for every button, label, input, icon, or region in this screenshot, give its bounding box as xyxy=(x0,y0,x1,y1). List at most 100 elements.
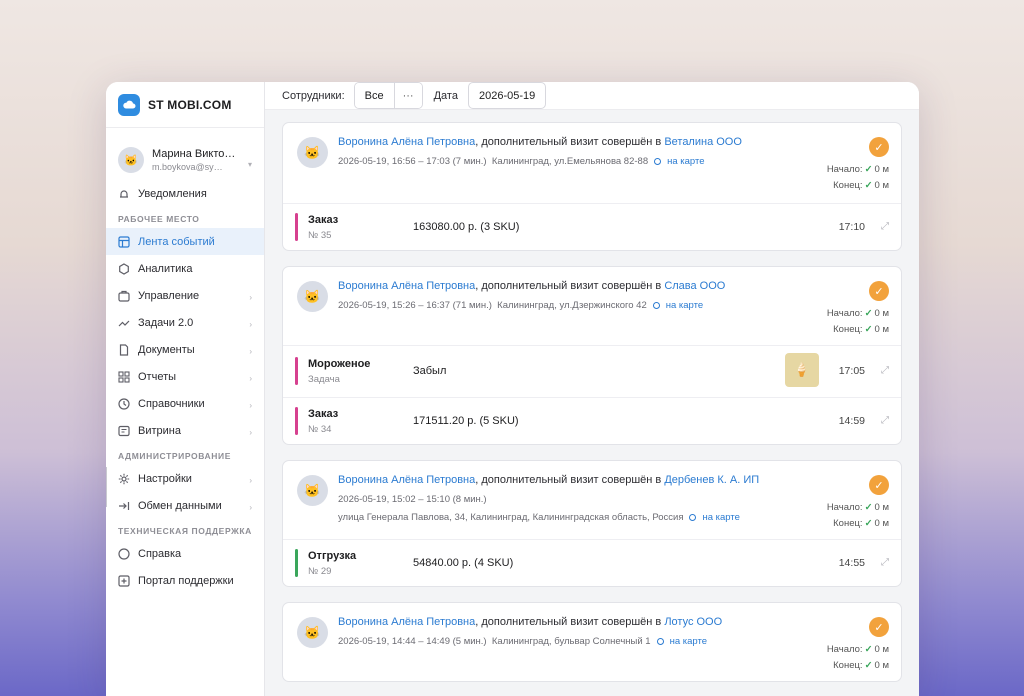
avatar: 🐱 xyxy=(297,281,328,312)
user-email: m.boykova@sy… xyxy=(152,162,223,172)
event-address: Калининград, ул.Дзержинского 42 xyxy=(497,300,647,311)
outlet-link[interactable]: Веталина ООО xyxy=(664,136,742,148)
employee-link[interactable]: Воронина Алёна Петровна xyxy=(338,280,475,292)
end-distance: Конец: ✓ 0 м xyxy=(833,518,889,529)
sidebar-item-feed[interactable]: Лента событий xyxy=(106,228,264,255)
user-profile[interactable]: 🐱 Марина Викто… m.boykova@sy… ▾ xyxy=(106,128,264,180)
cloud-icon xyxy=(118,93,140,116)
chevron-right-icon: › xyxy=(249,476,252,485)
event-title: Воронина Алёна Петровна, дополнительный … xyxy=(338,474,760,486)
main-content: Сотрудники: Все ··· Дата 2026-05-19 🐱 Во… xyxy=(265,82,919,696)
location-icon xyxy=(652,302,660,309)
row-subtitle: № 29 xyxy=(308,566,332,577)
row-subtitle: № 35 xyxy=(308,230,332,241)
sidebar-item-analytics[interactable]: Аналитика xyxy=(106,255,264,282)
briefcase-icon xyxy=(118,290,130,302)
sidebar: ST MOBI.COM 🐱 Марина Викто… m.boykova@sy… xyxy=(106,82,265,696)
row-value: 54840.00 р. (4 SKU) xyxy=(413,557,514,569)
event-address: улица Генерала Павлова, 34, Калининград,… xyxy=(338,512,684,523)
check-icon: ✓ xyxy=(869,617,889,637)
brand[interactable]: ST MOBI.COM xyxy=(106,82,264,128)
sidebar-item-management[interactable]: Управление › xyxy=(106,282,264,309)
section-admin: АДМИНИСТРИРОВАНИЕ xyxy=(118,451,231,461)
check-icon: ✓ xyxy=(869,281,889,301)
employee-link[interactable]: Воронина Алёна Петровна xyxy=(338,616,475,628)
expand-icon[interactable]: ⤢ xyxy=(881,415,889,426)
sidebar-item-label: Справка xyxy=(138,547,182,560)
date-input[interactable]: 2026-05-19 xyxy=(467,82,547,109)
event-meta: улица Генерала Павлова, 34, Калининград,… xyxy=(338,511,889,524)
sidebar-item-documents[interactable]: Документы › xyxy=(106,336,264,363)
avatar: 🐱 xyxy=(297,617,328,648)
location-icon xyxy=(656,638,664,645)
list-item[interactable]: Заказ № 34 171511.20 р. (5 SKU) 14:59 ⤢ xyxy=(283,397,901,444)
map-link[interactable]: на карте xyxy=(689,512,740,523)
event-feed: 🐱 Воронина Алёна Петровна, дополнительны… xyxy=(265,110,919,696)
row-time: 14:55 xyxy=(838,557,865,569)
event-time: 2026-05-19, 16:56 – 17:03 (7 мин.) xyxy=(338,156,487,167)
outlet-link[interactable]: Лотус ООО xyxy=(664,616,722,628)
visit-status: ✓ Начало: ✓ 0 м Конец: ✓ 0 м xyxy=(827,137,889,192)
map-link[interactable]: на карте xyxy=(656,636,707,647)
sidebar-item-label: Управление xyxy=(138,289,200,302)
map-link[interactable]: на карте xyxy=(654,156,705,167)
avatar: 🐱 xyxy=(297,475,328,506)
sidebar-item-notifications[interactable]: Уведомления xyxy=(106,180,264,207)
expand-icon[interactable]: ⤢ xyxy=(881,557,889,568)
ice-cream-icon[interactable]: 🍦 xyxy=(785,353,819,387)
sidebar-item-exchange[interactable]: Обмен данными › xyxy=(106,492,264,519)
grid-icon xyxy=(118,370,130,383)
row-value: 171511.20 р. (5 SKU) xyxy=(413,415,519,427)
expand-icon[interactable]: ⤢ xyxy=(881,365,889,376)
sidebar-item-directories[interactable]: Справочники › xyxy=(106,390,264,417)
list-item[interactable]: Отгрузка № 29 54840.00 р. (4 SKU) 14:55 … xyxy=(283,539,901,586)
sidebar-item-reports[interactable]: Отчеты › xyxy=(106,363,264,390)
sidebar-item-help[interactable]: Справка xyxy=(106,540,264,567)
sidebar-item-settings[interactable]: Настройки › xyxy=(106,465,264,492)
start-distance: Начало: ✓ 0 м xyxy=(826,308,889,319)
location-icon xyxy=(654,158,662,165)
event-time: 2026-05-19, 15:02 – 15:10 (8 мин.) xyxy=(338,494,487,505)
sidebar-item-label: Обмен данными xyxy=(138,499,222,512)
row-title: Заказ xyxy=(308,214,339,226)
event-card: 🐱 Воронина Алёна Петровна, дополнительны… xyxy=(282,460,902,587)
row-time: 14:59 xyxy=(838,415,865,427)
sidebar-item-showcase[interactable]: Витрина › xyxy=(106,417,264,444)
document-icon xyxy=(118,343,130,356)
expand-icon[interactable]: ⤢ xyxy=(881,221,889,232)
sidebar-item-label: Настройки xyxy=(138,472,192,485)
sidebar-item-label: Витрина xyxy=(138,424,181,437)
hexagon-icon xyxy=(118,262,130,275)
more-button[interactable]: ··· xyxy=(393,83,422,108)
employee-link[interactable]: Воронина Алёна Петровна xyxy=(338,474,475,486)
sidebar-item-portal[interactable]: Портал поддержки xyxy=(106,567,264,594)
end-distance: Конец: ✓ 0 м xyxy=(833,180,889,191)
event-card: 🐱 Воронина Алёна Петровна, дополнительны… xyxy=(282,122,902,251)
event-meta: 2026-05-19, 15:26 – 16:37 (71 мин.) Кали… xyxy=(338,299,889,312)
list-item[interactable]: Заказ № 35 163080.00 р. (3 SKU) 17:10 ⤢ xyxy=(283,203,901,250)
employee-link[interactable]: Воронина Алёна Петровна xyxy=(338,136,475,148)
section-work: РАБОЧЕЕ МЕСТО xyxy=(118,214,200,224)
outlet-link[interactable]: Слава ООО xyxy=(664,280,725,292)
list-item[interactable]: Мороженое Задача Забыл 🍦 17:05 ⤢ xyxy=(283,345,901,397)
date-label: Дата xyxy=(433,89,458,102)
user-name: Марина Викто… xyxy=(152,148,236,160)
row-time: 17:10 xyxy=(838,221,865,233)
outlet-link[interactable]: Дербенев К. А. ИП xyxy=(664,474,759,486)
row-time: 17:05 xyxy=(838,365,865,377)
row-subtitle: Задача xyxy=(308,374,340,385)
chevron-right-icon: › xyxy=(249,347,252,356)
row-value: 163080.00 р. (3 SKU) xyxy=(413,221,520,233)
event-meta: 2026-05-19, 14:44 – 14:49 (5 мин.) Калин… xyxy=(338,635,889,648)
start-distance: Начало: ✓ 0 м xyxy=(826,644,889,655)
row-subtitle: № 34 xyxy=(308,424,332,435)
brand-name: ST MOBI.COM xyxy=(148,97,232,112)
map-link[interactable]: на карте xyxy=(652,300,703,311)
visit-status: ✓ Начало: ✓ 0 м Конец: ✓ 0 м xyxy=(827,617,889,672)
sidebar-item-label: Задачи 2.0 xyxy=(138,316,194,329)
event-time: 2026-05-19, 14:44 – 14:49 (5 мин.) xyxy=(338,636,487,647)
sidebar-item-tasks[interactable]: Задачи 2.0 › xyxy=(106,309,264,336)
event-title: Воронина Алёна Петровна, дополнительный … xyxy=(338,616,723,628)
employees-select[interactable]: Все xyxy=(354,83,394,108)
list-icon xyxy=(118,425,130,437)
